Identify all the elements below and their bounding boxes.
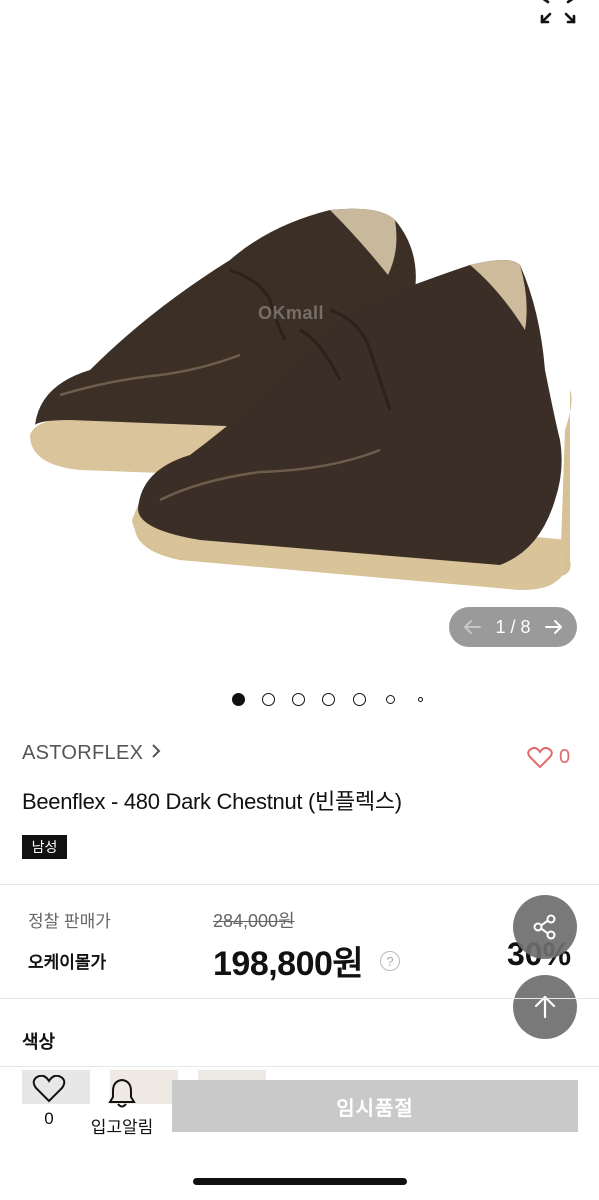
heart-icon xyxy=(527,746,553,768)
restock-alert-label: 입고알림 xyxy=(90,1118,154,1137)
carousel-dots xyxy=(0,692,599,708)
product-like-button[interactable]: 0 xyxy=(527,746,570,769)
sale-price: 198,800원 xyxy=(213,945,364,983)
regular-price-label: 정찰 판매가 xyxy=(28,912,111,931)
pager-separator: / xyxy=(510,616,516,637)
divider xyxy=(0,1066,599,1067)
carousel-dot[interactable] xyxy=(418,697,423,702)
product-photo xyxy=(30,208,572,590)
like-count: 0 xyxy=(559,746,571,768)
wishlist-count: 0 xyxy=(44,1109,54,1128)
product-title: Beenflex - 480 Dark Chestnut (빈플렉스) xyxy=(22,789,402,814)
pager-total: 8 xyxy=(520,616,531,637)
sale-price-label: 오케이몰가 xyxy=(28,953,107,972)
help-icon[interactable]: ? xyxy=(380,951,400,971)
carousel-dot[interactable] xyxy=(262,693,275,706)
home-indicator xyxy=(193,1178,407,1185)
gender-badge: 남성 xyxy=(22,835,67,859)
brand-name: ASTORFLEX xyxy=(22,742,144,764)
color-option-label: 색상 xyxy=(22,1032,56,1052)
watermark-text: OKmall xyxy=(258,303,325,323)
carousel-dot[interactable] xyxy=(353,693,366,706)
bell-icon xyxy=(108,1078,136,1108)
arrow-right-icon[interactable] xyxy=(543,616,565,638)
carousel-dot[interactable] xyxy=(232,693,245,706)
gallery-pager: 1 / 8 xyxy=(449,607,577,647)
carousel-dot[interactable] xyxy=(386,695,395,704)
wishlist-button[interactable]: 0 xyxy=(22,1075,76,1139)
arrow-left-icon[interactable] xyxy=(461,616,483,638)
restock-alert-button[interactable]: 입고알림 xyxy=(86,1077,158,1141)
chevron-right-icon xyxy=(151,742,161,765)
product-image-gallery[interactable]: OKmall 1 / 8 xyxy=(0,0,599,680)
brand-link[interactable]: ASTORFLEX xyxy=(22,742,161,765)
carousel-dot[interactable] xyxy=(292,693,305,706)
divider xyxy=(0,884,599,885)
regular-price: 284,000원 xyxy=(213,911,295,931)
divider xyxy=(0,998,599,999)
share-icon xyxy=(533,914,556,940)
carousel-dot[interactable] xyxy=(322,693,335,706)
share-button[interactable] xyxy=(513,895,577,959)
pager-text: 1 / 8 xyxy=(495,617,530,638)
expand-icon[interactable] xyxy=(536,0,580,32)
pager-current: 1 xyxy=(495,616,506,637)
heart-icon xyxy=(32,1075,66,1103)
soldout-button[interactable]: 임시품절 xyxy=(172,1080,578,1132)
scroll-top-button[interactable] xyxy=(513,975,577,1039)
